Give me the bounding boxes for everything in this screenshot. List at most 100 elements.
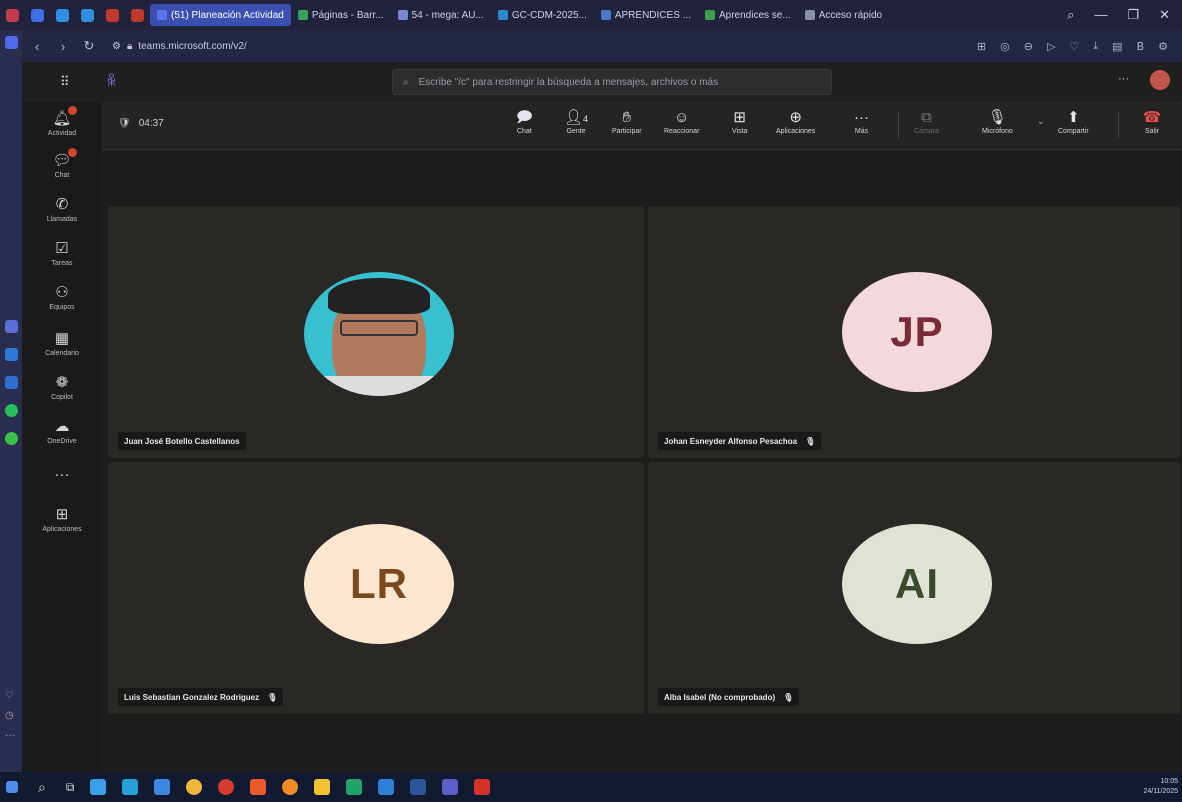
participant-tile[interactable]: LR Luis Sebastian Gonzalez Rodriguez 🎙︎ [108, 462, 644, 714]
browser-tab[interactable]: (51) Planeación Actividad [150, 4, 291, 26]
teams-top-bar: ⠿ ꆜ ⌕ Escribe "/c" para restringir la bú… [22, 62, 1182, 102]
more-options-button[interactable]: ··· [1118, 73, 1129, 85]
view-button[interactable]: ⊞ Vista [732, 108, 747, 135]
start-icon[interactable] [6, 781, 18, 793]
chevron-down-icon[interactable]: ⌄ [1037, 116, 1045, 127]
word-icon[interactable] [410, 779, 427, 795]
chrome-icon[interactable] [186, 779, 203, 795]
sidebar-icon[interactable]: ▤ [1112, 40, 1122, 53]
zoom-icon[interactable]: ⊖ [1024, 40, 1033, 53]
tab-favicon-icon [600, 10, 611, 20]
browser-tab[interactable]: Acceso rápido [798, 4, 889, 26]
extension-icon[interactable] [56, 8, 69, 22]
url-field[interactable]: ⚙ 🔒︎ teams.microsoft.com/v2/ [112, 35, 312, 57]
app-launcher-icon[interactable]: ⠿ [60, 74, 70, 90]
lens-icon[interactable]: ◎ [1000, 40, 1010, 53]
opera-icon[interactable] [218, 779, 235, 795]
screen: (51) Planeación Actividad Páginas - Barr… [0, 0, 1182, 802]
camera-button[interactable]: ⧉ Cámara [914, 108, 939, 135]
browser-tab[interactable]: APRENDICES ... [594, 4, 698, 26]
play-icon[interactable]: ▷ [1047, 40, 1055, 53]
search-tabs-icon[interactable]: ⌕ [1067, 7, 1074, 23]
tab-favicon-icon [397, 10, 408, 20]
apps-button[interactable]: ⊕ Aplicaciones [776, 108, 815, 135]
search-input[interactable]: ⌕ Escribe "/c" para restringir la búsque… [392, 69, 832, 95]
forward-icon[interactable]: › [50, 39, 76, 54]
store-icon[interactable] [122, 779, 139, 795]
rail-item-copilot[interactable]: ❁ Copilot [22, 374, 102, 401]
download-icon[interactable]: ⤓ [1093, 40, 1098, 53]
profile-icon[interactable]: ꓐ [1137, 40, 1145, 53]
site-settings-icon[interactable]: ⚙ [112, 41, 121, 52]
gmail-icon[interactable] [106, 8, 119, 22]
clock-date: 24/11/2025 [1143, 788, 1178, 795]
chat-button[interactable]: 🗩︎ Chat [516, 108, 533, 135]
people-button[interactable]: 👤︎4 Gente [564, 108, 588, 135]
participant-tile[interactable]: Juan José Botello Castellanos [108, 206, 644, 458]
browser-profile-icon[interactable] [6, 8, 19, 22]
more-icon[interactable]: ··· [5, 730, 15, 741]
rail-item-more[interactable]: ··· [22, 466, 102, 486]
rail-item-teams[interactable]: ⚇ Equipos [22, 284, 102, 311]
rail-item-chat[interactable]: 💬︎ Chat [22, 148, 102, 179]
translate-icon[interactable]: ⊞ [977, 40, 986, 53]
whatsapp-icon[interactable] [5, 404, 18, 417]
heart-icon[interactable]: ♡ [5, 690, 14, 701]
file-explorer-icon[interactable] [314, 779, 331, 795]
maximize-button[interactable]: ❐ [1127, 7, 1139, 23]
rail-item-tasks[interactable]: ☑ Tareas [22, 240, 102, 267]
search-icon[interactable]: ⌕ [38, 779, 46, 796]
avatar[interactable] [1150, 70, 1170, 90]
mic-button[interactable]: 🎙︎ Micrófono [982, 108, 1013, 135]
spotify-icon[interactable] [5, 432, 18, 445]
glasses-shape [340, 320, 418, 336]
rail-item-onedrive[interactable]: ☁ OneDrive [22, 418, 102, 445]
rail-label: Aplicaciones [42, 526, 82, 533]
outlook-icon[interactable] [378, 779, 395, 795]
system-clock[interactable]: 10:05 24/11/2025 [1143, 777, 1182, 797]
messenger-icon[interactable] [5, 376, 18, 389]
raise-hand-button[interactable]: ✋︎ Participar [612, 108, 642, 135]
extension-icon[interactable] [81, 8, 94, 22]
button-label: Salir [1144, 128, 1159, 135]
tab-label: Páginas - Barr... [311, 9, 384, 21]
back-icon[interactable]: ‹ [24, 39, 50, 54]
edge-icon[interactable] [90, 779, 107, 795]
rail-item-calls[interactable]: ✆ Llamadas [22, 196, 102, 223]
heart-icon[interactable]: ♡ [1069, 40, 1079, 53]
share-button[interactable]: ⬆ Compartir [1058, 108, 1089, 135]
rail-item-activity[interactable]: 🔔︎ Actividad [22, 106, 102, 137]
browser-tab[interactable]: Aprendices se... [698, 4, 798, 26]
participant-name: Alba Isabel (No comprobado) [664, 692, 776, 702]
browser-tab[interactable]: 54 - mega: AU... [391, 4, 491, 26]
minimize-button[interactable]: — [1094, 7, 1107, 23]
settings-icon[interactable]: ⚙ [1158, 40, 1168, 53]
sidebar-app-icon[interactable] [5, 320, 18, 333]
browser-sidebar: ♡ ◷ ··· [0, 30, 22, 772]
rail-item-apps[interactable]: ⊞ Aplicaciones [22, 506, 102, 533]
leave-button[interactable]: ☎ Salir [1132, 108, 1172, 135]
rail-item-calendar[interactable]: ▦ Calendario [22, 330, 102, 357]
excel-icon[interactable] [346, 779, 363, 795]
participant-tile[interactable]: AI Alba Isabel (No comprobado) 🎙︎ [648, 462, 1180, 714]
teams-icon[interactable] [442, 779, 459, 795]
history-icon[interactable]: ◷ [5, 710, 14, 721]
reload-icon[interactable]: ↻ [76, 38, 102, 54]
browser-tab[interactable]: GC-CDM-2025... [491, 4, 594, 26]
acrobat-icon[interactable] [474, 779, 491, 795]
react-button[interactable]: ☺ Reaccionar [664, 108, 699, 135]
browser-tab[interactable]: Páginas - Barr... [291, 4, 391, 26]
meeting-stage: 🛡︎ 04:37 🗩︎ Chat 👤︎4 Gente ✋︎ Participar ☺ R… [102, 102, 1182, 772]
brave-icon[interactable] [250, 779, 267, 795]
more-button[interactable]: ··· Más [854, 108, 869, 135]
weather-icon[interactable] [154, 779, 171, 795]
participant-tile[interactable]: JP Johan Esneyder Alfonso Pesachoa 🎙︎ [648, 206, 1180, 458]
firefox-icon[interactable] [282, 779, 299, 795]
extension-icon[interactable] [31, 8, 44, 22]
task-view-icon[interactable]: ⧉ [66, 780, 75, 795]
rail-label: Actividad [47, 130, 77, 137]
close-button[interactable]: ✕ [1159, 7, 1170, 23]
gmail-icon[interactable] [131, 8, 144, 22]
sidebar-app-icon[interactable] [5, 348, 18, 361]
sidebar-app-icon[interactable] [5, 36, 18, 49]
